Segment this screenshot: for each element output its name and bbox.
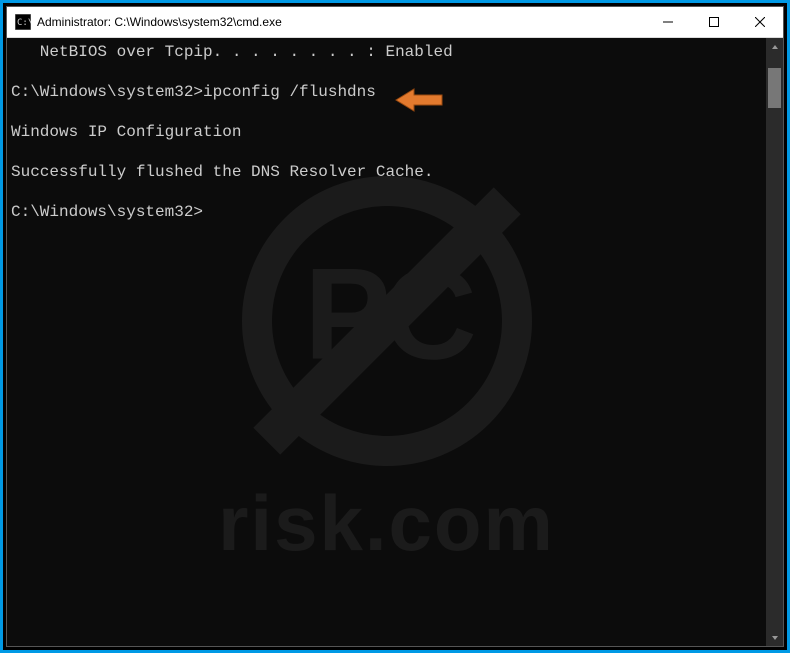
scroll-down-button[interactable] — [766, 629, 783, 646]
cmd-icon: C:\ — [15, 14, 31, 30]
vertical-scrollbar[interactable] — [766, 38, 783, 646]
maximize-button[interactable] — [691, 7, 737, 37]
titlebar[interactable]: C:\ Administrator: C:\Windows\system32\c… — [7, 7, 783, 38]
terminal-area[interactable]: PC risk.com NetBIOS over Tcpip. . . . . … — [7, 38, 783, 646]
terminal-output: NetBIOS over Tcpip. . . . . . . . : Enab… — [7, 42, 766, 222]
svg-text:C:\: C:\ — [17, 18, 31, 28]
window-title: Administrator: C:\Windows\system32\cmd.e… — [37, 15, 282, 29]
cmd-window: C:\ Administrator: C:\Windows\system32\c… — [6, 6, 784, 647]
window-controls — [645, 7, 783, 37]
scroll-thumb[interactable] — [768, 68, 781, 108]
scroll-up-button[interactable] — [766, 38, 783, 55]
minimize-button[interactable] — [645, 7, 691, 37]
close-button[interactable] — [737, 7, 783, 37]
screenshot-frame: C:\ Administrator: C:\Windows\system32\c… — [0, 0, 790, 653]
